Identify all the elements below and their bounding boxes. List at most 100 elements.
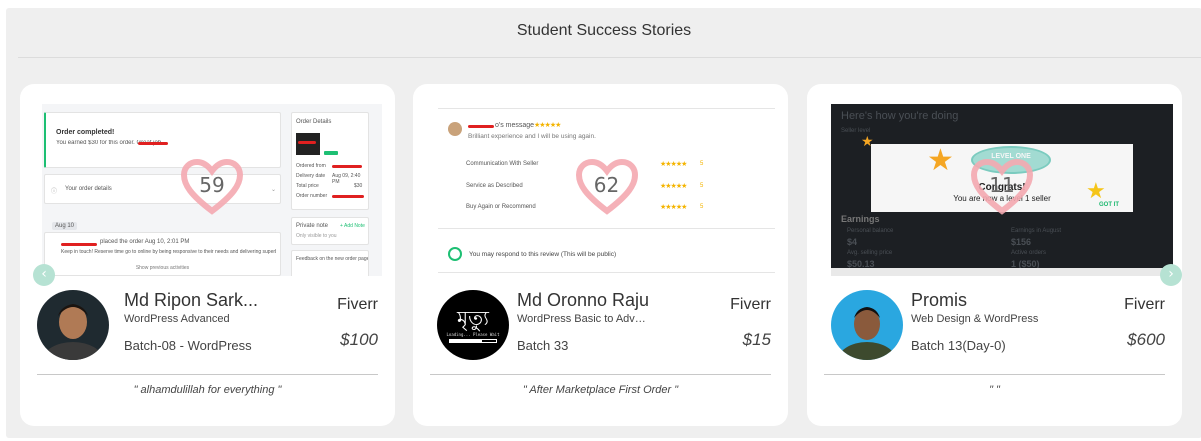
- your-order-details: Your order details: [65, 186, 112, 192]
- carousel-prev-button[interactable]: ‹: [33, 264, 55, 286]
- redaction: [138, 142, 168, 145]
- date-chip: Aug 10: [52, 222, 78, 230]
- show-previous-link[interactable]: Show previous activities: [45, 265, 280, 271]
- info-icon: ⓘ: [51, 189, 58, 195]
- only-visible-text: Only visible to you: [296, 233, 337, 239]
- course-name: Web Design & WordPress: [911, 313, 1039, 325]
- card-divider: [430, 374, 771, 375]
- like-count: 11: [989, 172, 1015, 197]
- delivery-date-value: Aug 09, 2:40 PM: [332, 173, 361, 185]
- course-name: WordPress Basic to Adva...: [517, 313, 647, 325]
- active-orders-label: Active orders: [1011, 250, 1047, 256]
- batch-name: Batch-08 - WordPress: [124, 338, 252, 353]
- message-header: o's message: [495, 122, 535, 129]
- avatar: মৃত্যু Loading... Please Wait: [437, 290, 509, 360]
- student-quote: " ": [989, 384, 1000, 396]
- story-card-1[interactable]: Order completed! You earned $30 for this…: [20, 84, 395, 426]
- feedback-box: Feedback on the new order page?: [291, 250, 369, 276]
- student-name: Md Ripon Sark...: [124, 290, 259, 310]
- divider: [438, 228, 775, 229]
- like-heart[interactable]: 11: [971, 158, 1033, 215]
- batch-name: Batch 33: [517, 338, 569, 353]
- redaction: [298, 141, 316, 144]
- story-screenshot[interactable]: Order completed! You earned $30 for this…: [42, 104, 382, 276]
- order-completed-note: You earned $30 for this order. Great job…: [56, 140, 163, 146]
- chevron-left-icon: ‹: [41, 266, 47, 282]
- private-note-box: Private note + Add Note Only visible to …: [291, 217, 369, 245]
- activity-box: placed the order Aug 10, 2:01 PM Keep in…: [44, 232, 281, 276]
- order-details-heading: Order Details: [296, 119, 332, 125]
- ordered-from-label: Ordered from: [296, 163, 326, 169]
- card-divider: [37, 374, 378, 375]
- like-heart[interactable]: 62: [575, 158, 638, 215]
- personal-balance-value: $4: [847, 237, 858, 247]
- carousel-next-button[interactable]: ›: [1160, 264, 1182, 286]
- rating-row-service: Service as Described: [466, 183, 523, 189]
- private-note-heading: Private note: [296, 223, 329, 229]
- divider: [438, 272, 775, 273]
- chevron-down-icon: ⌄: [271, 187, 277, 193]
- divider: [438, 108, 775, 109]
- chevron-right-icon: ›: [1168, 266, 1174, 282]
- earnings-month-label: Earnings in August: [1011, 228, 1062, 234]
- avatar: [831, 290, 903, 360]
- batch-name: Batch 13(Day-0): [911, 338, 1006, 353]
- order-completed-title: Order completed!: [56, 129, 115, 136]
- total-price-value: $30: [354, 183, 363, 189]
- gig-thumbnail: [296, 133, 320, 155]
- avatar-loading-text: Loading... Please Wait: [446, 332, 500, 337]
- redaction: [332, 165, 362, 168]
- platform-name: Fiverr: [1124, 296, 1165, 313]
- section-divider: [18, 57, 1201, 58]
- delivery-date-label: Delivery date: [296, 173, 326, 179]
- student-quote: " alhamdulillah for everything ": [133, 384, 282, 396]
- reviewer-avatar: [448, 122, 462, 136]
- card-divider: [824, 374, 1165, 375]
- rating-score: 5: [700, 183, 704, 189]
- like-heart[interactable]: 59: [181, 158, 243, 215]
- rating-stars: ★★★★★: [534, 122, 561, 129]
- like-count: 59: [199, 172, 225, 197]
- star-confetti-icon: ★: [927, 144, 954, 177]
- rating-row-communication: Communication With Seller: [466, 161, 539, 167]
- earning-amount: $15: [742, 330, 771, 349]
- order-completed-box: Order completed! You earned $30 for this…: [44, 112, 281, 168]
- earnings-month-value: $156: [1011, 237, 1032, 247]
- redaction: [468, 125, 494, 128]
- respond-link[interactable]: You may respond to this review (This wil…: [469, 251, 616, 258]
- student-quote: " After Marketplace First Order ": [522, 384, 679, 396]
- story-card-3[interactable]: Here's how you're doing Seller level LEV…: [807, 84, 1182, 426]
- rating-stars: ★★★★★: [660, 204, 687, 211]
- order-details-row[interactable]: ⓘ Your order details ⌄: [44, 174, 281, 204]
- story-screenshot[interactable]: o's message ★★★★★ Brilliant experience a…: [438, 104, 775, 276]
- rating-score: 5: [700, 161, 704, 167]
- placed-order-text: placed the order Aug 10, 2:01 PM: [100, 239, 190, 245]
- section-title: Student Success Stories: [516, 22, 692, 39]
- star-confetti-icon: ★: [1086, 178, 1106, 203]
- redaction: [61, 243, 97, 246]
- avatar-photo: [831, 290, 903, 360]
- add-note-button[interactable]: + Add Note: [340, 223, 365, 229]
- redaction: [332, 195, 364, 198]
- star-confetti-icon: ★: [861, 133, 874, 149]
- student-name: Promis: [911, 290, 968, 310]
- earning-amount: $100: [340, 330, 378, 349]
- earning-amount: $600: [1127, 330, 1165, 349]
- order-details-panel: Order Details Ordered from Delivery date…: [291, 112, 369, 210]
- story-card-2[interactable]: o's message ★★★★★ Brilliant experience a…: [413, 84, 788, 426]
- rating-row-recommend: Buy Again or Recommend: [466, 204, 536, 210]
- avg-price-label: Avg. selling price: [847, 250, 893, 256]
- review-message: Brilliant experience and I will be using…: [468, 133, 596, 140]
- respond-icon: [448, 247, 462, 261]
- dashboard-header: Here's how you're doing: [841, 110, 959, 122]
- personal-balance-label: Personal balance: [847, 228, 894, 234]
- rating-stars: ★★★★★: [660, 161, 687, 168]
- order-number-label: Order number: [296, 193, 328, 199]
- avatar: [37, 290, 109, 360]
- completed-badge: [324, 151, 338, 155]
- story-screenshot[interactable]: Here's how you're doing Seller level LEV…: [831, 104, 1173, 276]
- avatar-loading-bar: [449, 339, 497, 343]
- platform-name: Fiverr: [730, 296, 771, 313]
- course-name: WordPress Advanced: [124, 313, 230, 325]
- platform-name: Fiverr: [337, 296, 378, 313]
